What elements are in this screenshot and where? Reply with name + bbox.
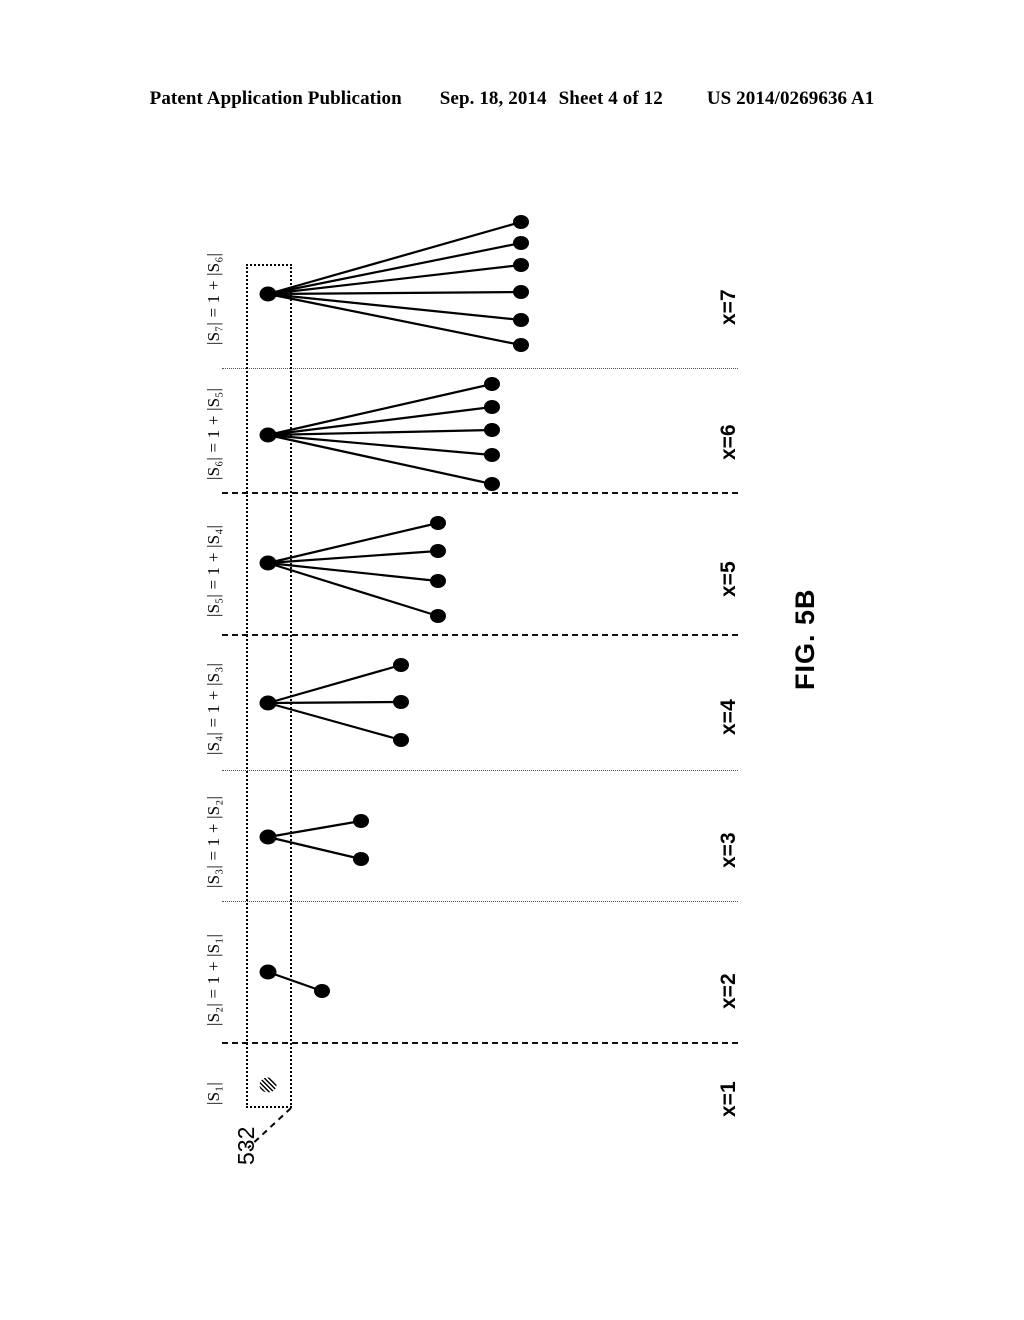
leaf-node-x7-6[interactable] [513,338,529,352]
hub-node-x4[interactable] [259,695,277,711]
leaf-node-x4-1[interactable] [393,658,409,672]
axis-label-x7: x=7 [717,289,740,325]
hub-node-x2[interactable] [259,964,277,980]
hub-node-x3[interactable] [259,829,277,845]
edge-x7-4 [267,290,522,296]
edge-x7-5 [267,292,522,322]
edge-x6-1 [267,382,493,437]
hub-node-x1[interactable] [259,1077,277,1093]
leaf-node-x4-3[interactable] [393,733,409,747]
reference-numeral-532: 532 [233,1126,259,1165]
leaf-node-x7-2[interactable] [513,236,529,250]
leaf-node-x7-5[interactable] [513,313,529,327]
hub-node-x5[interactable] [259,555,277,571]
set-label-x3: |S₃| = 1 + |S₂| [204,795,223,888]
edge-x4-1 [267,663,402,705]
axis-label-x1: x=1 [717,1081,740,1117]
leaf-node-x2-1[interactable] [314,984,330,998]
leaf-node-x5-3[interactable] [430,574,446,588]
leaf-node-x6-1[interactable] [484,377,500,391]
set-label-x1: |S₁| [204,1082,223,1105]
leaf-node-x7-1[interactable] [513,215,529,229]
leaf-node-x5-4[interactable] [430,609,446,623]
edge-x6-4 [267,433,493,457]
edge-x3-2 [267,835,362,861]
leaf-node-x3-2[interactable] [353,852,369,866]
leaf-node-x7-3[interactable] [513,258,529,272]
leaf-node-x4-2[interactable] [393,695,409,709]
set-label-x6: |S₆| = 1 + |S₅| [204,387,223,480]
edge-x4-2 [267,700,402,705]
axis-label-x4: x=4 [717,699,740,735]
set-label-x4: |S₄| = 1 + |S₃| [204,662,223,755]
edge-x7-1 [267,220,522,296]
hub-node-x7[interactable] [259,286,277,302]
edge-x3-1 [267,819,362,839]
leaf-node-x7-4[interactable] [513,285,529,299]
edge-x4-3 [267,701,402,742]
leaf-node-x5-2[interactable] [430,544,446,558]
set-label-x2: |S₂| = 1 + |S₁| [204,933,223,1026]
edge-x7-6 [267,292,522,347]
leaf-node-x6-3[interactable] [484,423,500,437]
axis-label-x3: x=3 [717,832,740,868]
axis-label-x2: x=2 [717,973,740,1009]
figure-5b: |S₇| = 1 + |S₆| |S₆| = 1 + |S₅| |S₅| = 1… [0,0,1024,1320]
hub-node-x6[interactable] [259,427,277,443]
leaf-node-x6-2[interactable] [484,400,500,414]
leaf-node-x6-4[interactable] [484,448,500,462]
set-label-x5: |S₅| = 1 + |S₄| [204,524,223,617]
axis-label-x5: x=5 [717,561,740,597]
figure-caption: FIG. 5B [790,588,820,690]
leaf-node-x3-1[interactable] [353,814,369,828]
set-label-x7: |S₇| = 1 + |S₆| [204,252,223,345]
edge-x6-5 [267,433,493,486]
edge-layer [247,220,522,1149]
axis-label-x6: x=6 [717,424,740,460]
leaf-node-x6-5[interactable] [484,477,500,491]
leaf-node-x5-1[interactable] [430,516,446,530]
